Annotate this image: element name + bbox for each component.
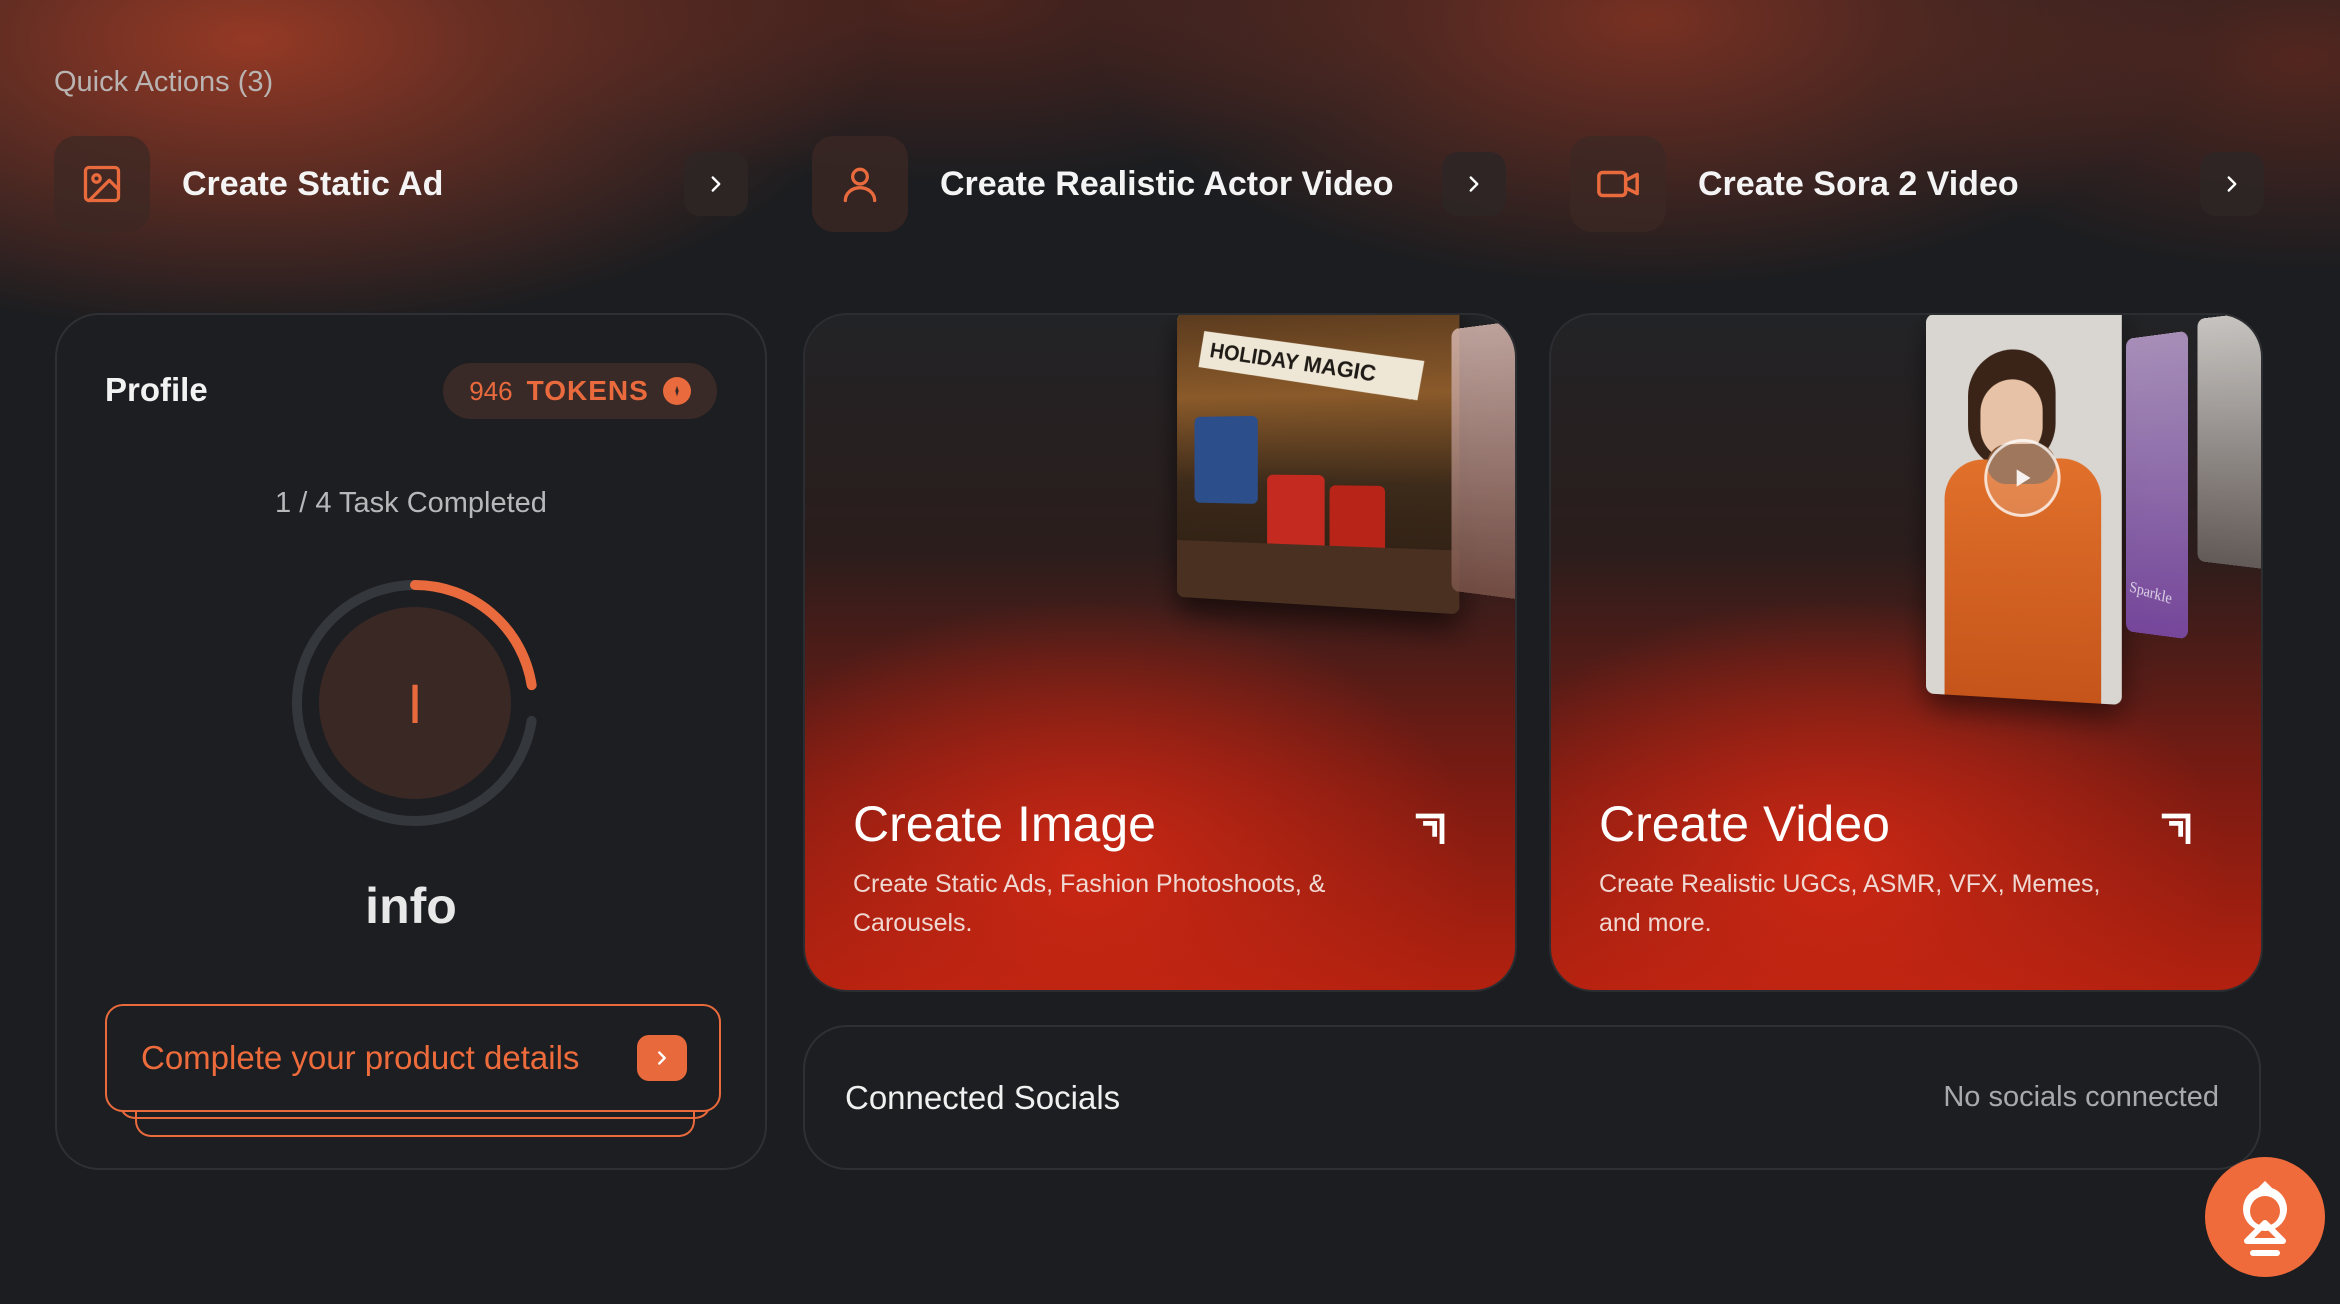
arrow-corner-icon — [2155, 805, 2199, 854]
sparkle-tag: Sparkle — [2128, 578, 2174, 608]
quick-action-label: Create Sora 2 Video — [1698, 164, 2019, 203]
tokens-badge[interactable]: 946 TOKENS — [443, 363, 717, 419]
create-video-card[interactable]: Sparkle Create Video Create Realistic UG… — [1549, 313, 2263, 992]
chevron-right-icon[interactable] — [1442, 152, 1506, 216]
assistant-mascot-button[interactable] — [2205, 1157, 2325, 1277]
card-description: Create Static Ads, Fashion Photoshoots, … — [853, 870, 1326, 937]
mascot-icon — [2243, 1181, 2287, 1256]
card-title: Create Video — [1599, 796, 1890, 852]
quick-action-label: Create Static Ad — [182, 164, 444, 203]
quick-actions-title: Quick Actions (3) — [54, 66, 274, 98]
tokens-count: 946 — [469, 375, 513, 406]
tokens-label: TOKENS — [526, 375, 649, 406]
quick-action-create-static-ad[interactable]: Create Static Ad — [54, 136, 748, 232]
play-icon[interactable] — [1984, 438, 2061, 518]
quick-action-create-realistic-actor-video[interactable]: Create Realistic Actor Video — [812, 136, 1506, 232]
sample-video-thumbnail — [2197, 315, 2261, 570]
task-progress-text: 1 / 4 Task Completed — [275, 487, 547, 519]
sample-video-thumbnail — [1926, 315, 2122, 705]
profile-card: Profile 946 TOKENS 1 / 4 Task Completed … — [55, 313, 767, 1170]
token-coin-icon — [662, 377, 691, 405]
arrow-corner-icon — [1409, 805, 1453, 854]
complete-product-details-button[interactable]: Complete your product details — [105, 1004, 721, 1112]
cta-label: Complete your product details — [141, 1039, 580, 1076]
profile-name: info — [365, 878, 457, 934]
quick-action-create-sora-2-video[interactable]: Create Sora 2 Video — [1570, 136, 2264, 232]
connected-socials-card[interactable]: Connected Socials No socials connected — [803, 1025, 2261, 1170]
create-image-card[interactable]: HOLIDAY MAGIC Create Image Create Static… — [803, 313, 1517, 992]
card-description: Create Realistic UGCs, ASMR, VFX, Memes,… — [1599, 870, 2101, 937]
profile-title: Profile — [105, 371, 208, 408]
sample-image-thumbnail: HOLIDAY MAGIC — [1177, 315, 1460, 615]
card-title: Create Image — [853, 796, 1156, 852]
quick-action-label: Create Realistic Actor Video — [940, 164, 1394, 203]
chevron-right-icon[interactable] — [2200, 152, 2264, 216]
image-icon — [54, 136, 150, 232]
user-icon — [812, 136, 908, 232]
sample-video-thumbnail: Sparkle — [2125, 330, 2188, 640]
chevron-right-icon — [637, 1035, 687, 1081]
profile-progress-ring: I — [287, 575, 543, 831]
sample-image-thumbnail — [1451, 320, 1515, 600]
video-camera-icon — [1570, 136, 1666, 232]
connected-socials-title: Connected Socials — [845, 1079, 1121, 1116]
socials-status: No socials connected — [1943, 1081, 2219, 1113]
chevron-right-icon[interactable] — [684, 152, 748, 216]
avatar-initial: I — [407, 671, 423, 735]
